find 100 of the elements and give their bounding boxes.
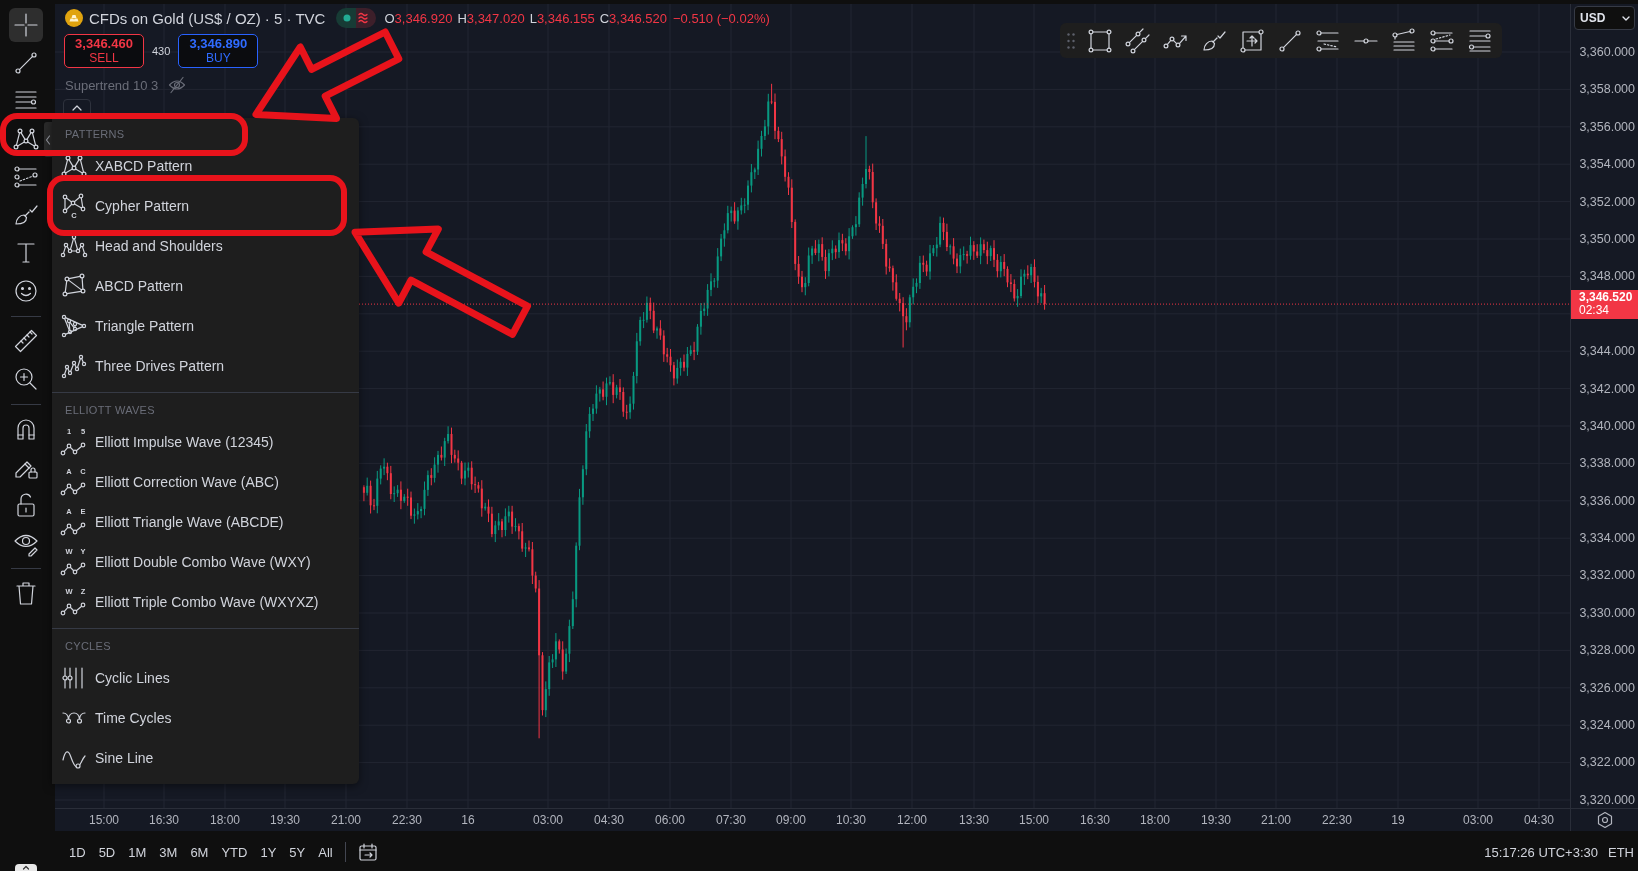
menu-section-header: PATTERNS	[65, 128, 125, 140]
chevron-left-icon	[45, 134, 51, 145]
price-label: 3,322.000	[1579, 755, 1635, 770]
time-label: 16:30	[149, 813, 179, 827]
menu-section-header: ELLIOTT WAVES	[65, 404, 155, 416]
price-label: 3,334.000	[1579, 531, 1635, 546]
time-label: 19:30	[270, 813, 300, 827]
menu-item[interactable]: Sine Line	[95, 750, 154, 766]
menu-item[interactable]: Cyclic Lines	[95, 670, 170, 686]
menu-item[interactable]: Elliott Triangle Wave (ABCDE)	[95, 514, 284, 530]
time-label: 15:00	[1019, 813, 1049, 827]
sell-button[interactable]: 3,346.460 SELL	[64, 34, 144, 68]
price-label: 3,332.000	[1579, 568, 1635, 583]
range-button[interactable]: 5D	[94, 838, 120, 866]
dotted-lines-icon	[12, 163, 40, 191]
ohlc-value: L3,346.155	[529, 10, 595, 26]
range-button[interactable]: 1D	[65, 838, 90, 866]
price-label: 3,342.000	[1579, 381, 1635, 396]
price-label: 3,328.000	[1579, 643, 1635, 658]
menu-item[interactable]: XABCD Pattern	[95, 158, 193, 174]
time-label: 22:30	[1322, 813, 1352, 827]
time-label: 10:30	[836, 813, 866, 827]
time-label: 18:00	[1140, 813, 1170, 827]
price-label: 3,338.000	[1579, 456, 1635, 471]
time-label: 19:30	[1201, 813, 1231, 827]
ruler-icon	[12, 327, 40, 355]
time-label: 03:00	[533, 813, 563, 827]
trend-line-icon	[12, 49, 40, 77]
menu-item[interactable]: Triangle Pattern	[95, 318, 195, 334]
session-button[interactable]: ETH	[1604, 838, 1638, 866]
price-label: 3,350.000	[1579, 231, 1635, 246]
symbol-title[interactable]: CFDs on Gold (US$ / OZ) · 5 · TVC	[89, 9, 326, 27]
time-label: 09:00	[776, 813, 806, 827]
menu-item[interactable]: Elliott Triple Combo Wave (WXYXZ)	[95, 594, 319, 610]
price-change: −0.510 (−0.02%)	[672, 10, 770, 26]
parallel-lines-icon[interactable]	[1124, 26, 1152, 55]
time-label: 15:00	[89, 813, 119, 827]
current-price: 3,346.520	[1579, 290, 1634, 305]
menu-item[interactable]: Elliott Correction Wave (ABC)	[95, 474, 279, 490]
time-label: 16:30	[1080, 813, 1110, 827]
eye-off-icon[interactable]	[168, 76, 187, 94]
range-button[interactable]: 6M	[186, 838, 213, 866]
chevron-up-icon	[72, 105, 82, 111]
timezone-button[interactable]: 15:17:26 UTC+3:30	[1480, 838, 1602, 866]
menu-item[interactable]: Elliott Impulse Wave (12345)	[95, 434, 274, 450]
box-arrows-icon[interactable]	[1238, 26, 1266, 55]
time-label: 21:00	[1261, 813, 1291, 827]
time-label: 21:00	[331, 813, 361, 827]
menu-item[interactable]: ABCD Pattern	[95, 278, 183, 294]
time-label: 04:30	[1524, 813, 1554, 827]
time-label: 18:00	[210, 813, 240, 827]
menu-item[interactable]: Elliott Double Combo Wave (WXY)	[95, 554, 311, 570]
range-button[interactable]: All	[314, 838, 337, 866]
countdown-timer: 02:34	[1579, 304, 1611, 318]
time-label: 07:30	[716, 813, 746, 827]
coin-icon	[65, 9, 83, 27]
time-label: 16	[461, 813, 475, 827]
menu-item[interactable]: Time Cycles	[95, 710, 172, 726]
range-button[interactable]: 1Y	[256, 838, 281, 866]
ohlc-value: O3,346.920	[384, 10, 453, 26]
crosshair-icon	[12, 11, 40, 39]
range-button[interactable]: YTD	[217, 838, 252, 866]
time-label: 04:30	[594, 813, 624, 827]
price-label: 3,330.000	[1579, 605, 1635, 620]
drag-handle-icon[interactable]	[1067, 32, 1075, 49]
ohlc-value: C3,346.520	[599, 10, 667, 26]
smiley-icon	[12, 277, 40, 305]
price-label: 3,358.000	[1579, 82, 1635, 97]
ohlc-value: H3,347.020	[457, 10, 525, 26]
price-label: 3,336.000	[1579, 493, 1635, 508]
price-label: 3,356.000	[1579, 119, 1635, 134]
currency-button[interactable]: USD	[1574, 6, 1635, 30]
range-button[interactable]: 5Y	[285, 838, 310, 866]
menu-item[interactable]: Head and Shoulders	[95, 238, 223, 254]
settings-icon[interactable]	[1595, 811, 1614, 829]
time-label: 06:00	[655, 813, 685, 827]
buy-button[interactable]: 3,346.890 BUY	[178, 34, 259, 68]
price-label: 3,344.000	[1579, 344, 1635, 359]
price-label: 3,326.000	[1579, 680, 1635, 695]
menu-collapse-tab[interactable]	[44, 122, 52, 157]
time-label: 12:00	[897, 813, 927, 827]
crosshair-button[interactable]	[9, 8, 43, 42]
horizontal-line-icon[interactable]	[1352, 36, 1380, 45]
calendar-icon[interactable]	[357, 842, 378, 862]
menu-section-header: CYCLES	[65, 640, 111, 652]
price-label: 3,360.000	[1579, 45, 1635, 59]
menu-item[interactable]: Three Drives Pattern	[95, 358, 225, 374]
time-label: 03:00	[1463, 813, 1493, 827]
price-label: 3,352.000	[1579, 194, 1635, 209]
triangle-pattern-icon	[60, 312, 88, 340]
range-button[interactable]: 3M	[155, 838, 182, 866]
three-drives-icon	[60, 352, 88, 380]
time-label: 19	[1391, 813, 1405, 827]
menu-item[interactable]: Cypher Pattern	[95, 198, 190, 214]
price-label: 3,340.000	[1579, 418, 1635, 433]
price-label: 3,324.000	[1579, 718, 1635, 732]
caret-icon	[1622, 15, 1630, 21]
spread-value: 430	[152, 45, 171, 57]
range-button[interactable]: 1M	[124, 838, 151, 866]
price-label: 3,354.000	[1579, 157, 1635, 172]
